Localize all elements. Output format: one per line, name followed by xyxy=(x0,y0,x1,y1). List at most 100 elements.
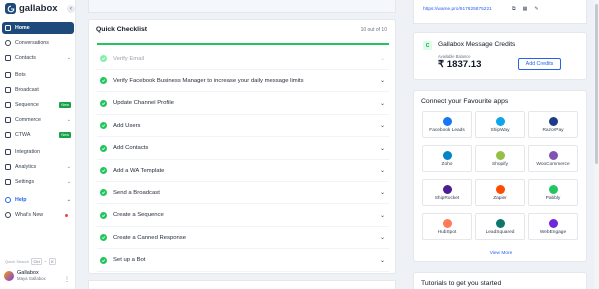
hubspot-logo-icon xyxy=(442,218,452,228)
checklist-item[interactable]: Verify Facebook Business Manager to incr… xyxy=(97,70,389,93)
razorpay-logo-icon xyxy=(548,116,558,126)
quick-search-hint[interactable]: Quick Search Ctrl + K xyxy=(5,258,57,265)
check-circle-icon xyxy=(100,167,107,174)
shiprocket-logo-icon xyxy=(442,184,452,194)
sidebar-item-analytics[interactable]: Analytics ⌄ xyxy=(2,161,74,173)
check-circle-icon xyxy=(100,55,107,62)
app-name: ShipWay xyxy=(490,127,510,133)
chevron-down-icon[interactable]: ⌄ xyxy=(380,145,385,152)
contacts-icon xyxy=(5,55,11,61)
qr-code-icon[interactable]: ▦ xyxy=(523,6,528,12)
sidebar-item-help[interactable]: Help ⌄ xyxy=(2,194,74,206)
sidebar-item-commerce[interactable]: Commerce ⌄ xyxy=(2,114,74,126)
copy-icon[interactable]: ⧉ xyxy=(512,6,516,12)
connect-apps-card: Connect your Favourite apps Facebook Lea… xyxy=(413,90,587,262)
checklist-item[interactable]: Update Channel Profile ⌄ xyxy=(97,93,389,115)
checklist-item[interactable]: Add Contacts ⌄ xyxy=(97,138,389,160)
tutorials-card: Tutorials to get you started xyxy=(413,272,587,289)
app-tile-pabbly[interactable]: Pabbly xyxy=(528,179,578,206)
sidebar-item-label: Help xyxy=(15,197,27,203)
app-tile-leadsquared[interactable]: LeadSquared xyxy=(475,213,525,240)
sidebar-item-broadcast[interactable]: Broadcast xyxy=(2,84,74,96)
chevron-down-icon[interactable]: ⌄ xyxy=(380,257,385,264)
page-scrollbar[interactable] xyxy=(594,0,599,289)
chevron-down-icon: ⌄ xyxy=(66,179,71,185)
checklist-item-label: Add Users xyxy=(113,122,141,129)
more-options-icon[interactable]: ⋮ xyxy=(64,276,70,283)
app-tile-zapier[interactable]: Zapier xyxy=(475,179,525,206)
sidebar-item-ctwa[interactable]: CTWA New xyxy=(2,129,74,141)
user-profile[interactable]: Gallabox Maya Gallabox xyxy=(4,270,46,281)
app-tile-razorpay[interactable]: RazorPay xyxy=(528,111,578,138)
sidebar-item-settings[interactable]: Settings ⌄ xyxy=(2,176,74,188)
sidebar-item-label: Contacts xyxy=(15,55,36,61)
edit-icon[interactable]: ✎ xyxy=(534,6,538,12)
check-circle-icon xyxy=(100,77,107,85)
view-more-link[interactable]: View More xyxy=(414,251,588,256)
app-tile-shiprocket[interactable]: ShipRocket xyxy=(422,179,472,206)
sidebar-item-bots[interactable]: Bots xyxy=(2,69,74,81)
app-name: LeadSquared xyxy=(485,229,515,235)
gift-icon xyxy=(5,212,11,218)
shopify-logo-icon xyxy=(495,150,505,160)
sidebar-item-conversations[interactable]: Conversations xyxy=(2,37,74,49)
chevron-down-icon[interactable]: ⌄ xyxy=(380,55,385,62)
check-circle-icon xyxy=(100,144,107,152)
sidebar-item-home[interactable]: Home xyxy=(2,22,74,34)
collapse-sidebar-icon[interactable]: ‹ xyxy=(67,5,75,13)
checklist-item[interactable]: Create a Sequence ⌄ xyxy=(97,205,389,227)
sidebar-item-label: Bots xyxy=(15,72,26,78)
chevron-down-icon[interactable]: ⌄ xyxy=(380,167,385,174)
whatsapp-link-card: https://wame.pro/917825875221 ⧉ ▦ ✎ xyxy=(413,0,587,24)
sidebar-item-integration[interactable]: Integration xyxy=(2,146,74,158)
app-tile-zoho[interactable]: Zoho xyxy=(422,145,472,172)
checklist-item-label: Create a Sequence xyxy=(113,212,164,219)
chevron-down-icon[interactable]: ⌄ xyxy=(380,122,385,129)
checklist-item[interactable]: Set up a Bot ⌄ xyxy=(97,250,389,272)
add-credits-button[interactable]: Add Credits xyxy=(518,58,561,70)
app-tile-shopify[interactable]: Shopify xyxy=(475,145,525,172)
zapier-logo-icon xyxy=(495,184,505,194)
chevron-down-icon[interactable]: ⌄ xyxy=(380,234,385,241)
app-name: Zapier xyxy=(493,195,507,201)
app-name: WebEngage xyxy=(539,229,567,235)
checklist-item-label: Send a Broadcast xyxy=(113,189,160,196)
sequence-icon xyxy=(5,102,11,108)
app-name: HubSpot xyxy=(437,229,457,235)
app-name: RazorPay xyxy=(542,127,564,133)
whatsapp-link[interactable]: https://wame.pro/917825875221 xyxy=(423,7,492,12)
scroll-thumb[interactable] xyxy=(595,4,598,164)
check-circle-icon xyxy=(100,99,107,107)
app-tile-shipway[interactable]: ShipWay xyxy=(475,111,525,138)
plus-sign: + xyxy=(44,259,47,264)
checklist-item-label: Verify Facebook Business Manager to incr… xyxy=(113,77,304,84)
sidebar-item-contacts[interactable]: Contacts ⌄ xyxy=(2,52,74,64)
broadcast-icon xyxy=(5,87,11,93)
checklist-item-label: Set up a Bot xyxy=(113,257,146,264)
checklist-item[interactable]: Add Users ⌄ xyxy=(97,115,389,138)
chevron-down-icon[interactable]: ⌄ xyxy=(380,189,385,196)
app-tile-webengage[interactable]: WebEngage xyxy=(528,213,578,240)
sidebar-item-sequence[interactable]: Sequence New xyxy=(2,99,74,111)
sidebar-item-label: Conversations xyxy=(15,40,49,46)
app-name: Shopify xyxy=(492,161,508,167)
app-tile-hubspot[interactable]: HubSpot xyxy=(422,213,472,240)
ctrl-key: Ctrl xyxy=(31,258,43,265)
sidebar-item-what-s-new[interactable]: What's New xyxy=(2,209,74,221)
check-circle-icon xyxy=(100,211,107,219)
sidebar-item-label: Commerce xyxy=(15,117,41,123)
checklist-item[interactable]: Send a Broadcast ⌄ xyxy=(97,182,389,205)
commerce-icon xyxy=(5,117,11,123)
app-tile-woocommerce[interactable]: WooCommerce xyxy=(528,145,578,172)
checklist-item[interactable]: Verify Email ⌄ xyxy=(97,48,389,70)
checklist-item[interactable]: Add a WA Template ⌄ xyxy=(97,160,389,182)
app-tile-facebook-leads[interactable]: Facebook Leads xyxy=(422,111,472,138)
chevron-down-icon[interactable]: ⌄ xyxy=(380,100,385,107)
credits-icon: C xyxy=(423,41,432,50)
checklist-item-label: Add a WA Template xyxy=(113,167,165,174)
app-logo[interactable]: gallabox xyxy=(5,3,58,14)
app-name: Facebook Leads xyxy=(429,127,465,133)
chevron-down-icon[interactable]: ⌄ xyxy=(380,212,385,219)
chevron-down-icon[interactable]: ⌄ xyxy=(380,77,385,84)
checklist-item[interactable]: Create a Canned Response ⌄ xyxy=(97,227,389,250)
